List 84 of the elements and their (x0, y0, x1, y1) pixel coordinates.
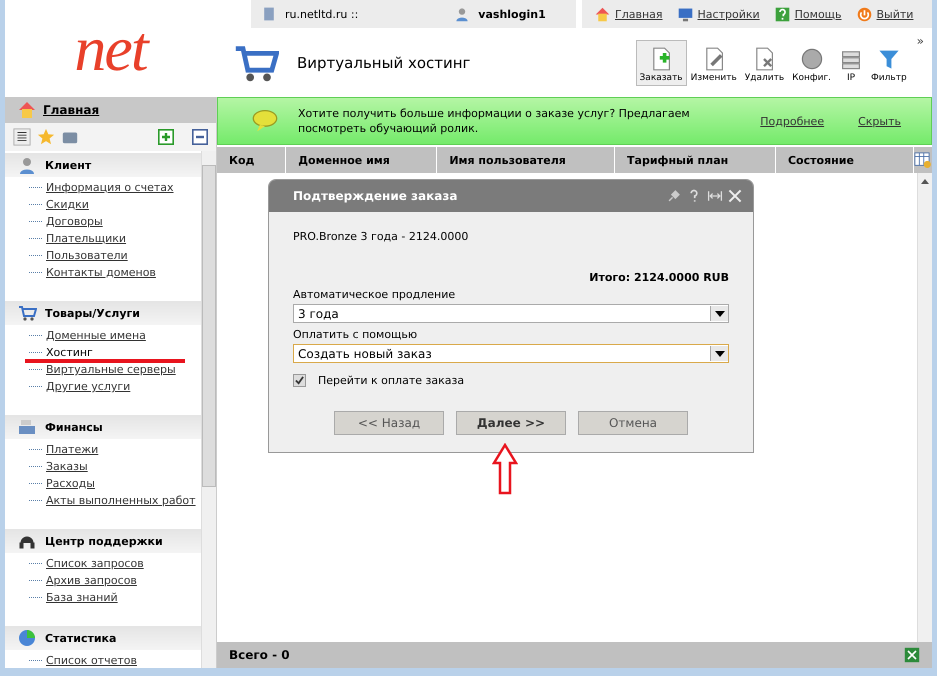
house-icon (17, 100, 37, 120)
sidebar-link[interactable]: Список отчетов (46, 654, 137, 667)
hide-link[interactable]: Скрыть (858, 114, 901, 128)
toolbar-button[interactable]: Удалить (740, 40, 788, 86)
section-title: Товары/Услуги (45, 306, 140, 320)
section-title: Статистика (45, 632, 116, 644)
sidebar-link[interactable]: Хостинг (46, 346, 93, 359)
select-field[interactable]: Создать новый заказ (293, 344, 729, 363)
plus-icon (158, 129, 174, 145)
toolbar-button[interactable]: Фильтр (867, 40, 911, 86)
toolbar-button[interactable]: Заказать (636, 40, 687, 86)
user-icon (17, 155, 37, 175)
sidebar-link[interactable]: Архив запросов (46, 574, 137, 587)
sidebar-link[interactable]: Другие услуги (46, 380, 130, 393)
logo: net (74, 12, 147, 86)
pie-chart-icon (17, 628, 37, 648)
sidebar-link[interactable]: Информация о счетах (46, 181, 174, 194)
speech-bubble-icon (252, 108, 278, 134)
sidebar-link[interactable]: Расходы (46, 477, 95, 490)
user-login: vashlogin1 (478, 8, 546, 20)
resize-icon (707, 188, 723, 204)
column-header[interactable]: Тарифный план (615, 147, 776, 173)
caret-icon (714, 310, 724, 316)
minus-icon (192, 129, 208, 145)
toolbar-button[interactable]: Изменить (686, 40, 741, 86)
dialog-button[interactable]: << Назад (334, 411, 444, 435)
top-link[interactable]: Главная (594, 6, 663, 22)
list-icon (13, 128, 31, 146)
checkbox-label: Перейти к оплате заказа (318, 374, 464, 387)
sidebar-link[interactable]: Договоры (46, 215, 103, 228)
scrollbar[interactable] (917, 173, 932, 642)
total-count: Всего - 0 (229, 648, 290, 662)
dialog-button[interactable]: Далее >> (456, 411, 566, 435)
close-icon (727, 188, 743, 204)
dialog-title: Подтверждение заказа (293, 189, 458, 203)
help-icon (774, 6, 791, 22)
top-link[interactable]: Выйти (856, 6, 914, 22)
house-icon (594, 6, 611, 22)
page-title: Виртуальный хостинг (297, 54, 472, 72)
sidebar-link[interactable]: Виртуальные серверы (46, 363, 176, 376)
scroll-up-icon (921, 179, 929, 184)
sidebar-link[interactable]: Пользователи (46, 249, 128, 262)
more-link[interactable]: Подробнее (760, 114, 824, 128)
annotation-arrow (492, 443, 518, 495)
sidebar-link[interactable]: Акты выполненных работ (46, 494, 196, 507)
column-header[interactable]: Имя пользователя (437, 147, 616, 173)
star-icon (37, 128, 55, 146)
site-address: ru.netltd.ru :: (285, 8, 358, 20)
caret-icon (714, 350, 724, 356)
more-button[interactable]: » (916, 34, 924, 48)
select-field[interactable]: 3 года (293, 304, 729, 323)
sidebar-link[interactable]: Список запросов (46, 557, 144, 570)
sidebar-link[interactable]: Скидки (46, 198, 89, 211)
sidebar-link[interactable]: Доменные имена (46, 329, 146, 342)
power-icon (856, 6, 873, 22)
field-label: Оплатить с помощью (293, 328, 418, 341)
section-title: Центр поддержки (45, 534, 163, 548)
column-header[interactable]: Доменное имя (286, 147, 438, 173)
top-link[interactable]: Настройки (676, 6, 760, 22)
user-icon (454, 6, 470, 22)
scrollbar[interactable] (201, 151, 216, 668)
sidebar-link[interactable]: Платежи (46, 443, 98, 456)
sidebar-link[interactable]: Заказы (46, 460, 88, 473)
sidebar-link[interactable]: Плательщики (46, 232, 126, 245)
dialog-button[interactable]: Отмена (578, 411, 688, 435)
product-text: PRO.Bronze 3 года - 2124.0000 (293, 230, 470, 243)
banner-text: Хотите получить больше информации о заказе услуг? Предлагаем посмотреть обучающий ролик. (298, 106, 691, 136)
toolbar-button[interactable]: IP (835, 40, 868, 86)
cart-icon (17, 303, 37, 323)
section-title: Финансы (45, 420, 103, 434)
total-text: Итого: 2124.0000 RUB (589, 271, 729, 284)
field-label: Автоматическое продление (293, 288, 456, 301)
section-title: Клиент (45, 158, 92, 172)
checkbox[interactable] (293, 374, 306, 387)
pin-icon (667, 189, 681, 203)
top-link[interactable]: Помощь (774, 6, 842, 22)
column-header[interactable]: Код (217, 147, 286, 173)
table-settings-icon (914, 151, 932, 169)
monitor-icon (676, 6, 694, 22)
sidebar-link[interactable]: Контакты доменов (46, 266, 156, 279)
home-link[interactable]: Главная (43, 103, 100, 117)
spreadsheet-icon (904, 647, 920, 663)
sidebar-link[interactable]: База знаний (46, 591, 118, 604)
toolbar-button[interactable]: Конфиг. (788, 40, 836, 86)
